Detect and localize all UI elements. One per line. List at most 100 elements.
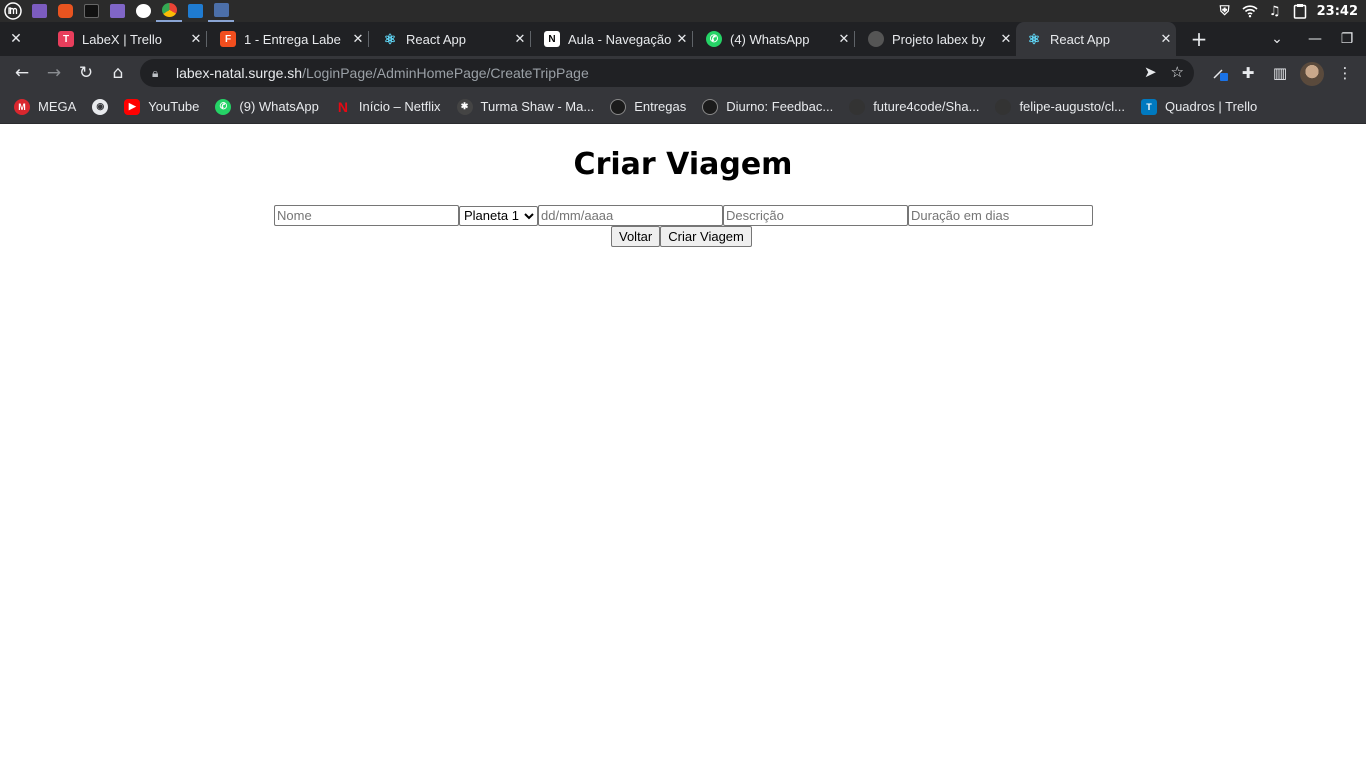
bookmark-mega[interactable]: M MEGA [14,98,77,115]
bookmark-felipe-augusto[interactable]: felipe-augusto/cl... [995,98,1125,115]
ubuntu-icon[interactable] [52,0,78,22]
bookmark-label: Início – Netflix [358,99,441,114]
bookmark-future4code[interactable]: future4code/Sha... [849,98,980,115]
notion-icon: N [544,31,560,47]
create-trip-form: Planeta 1 [274,205,1093,226]
clock[interactable]: 23:42 [1317,4,1358,19]
chrome-icon[interactable] [156,0,182,22]
vscode-icon[interactable] [182,0,208,22]
whatsapp-icon: ✆ [215,98,232,115]
new-tab-button[interactable]: + [1188,27,1210,51]
bookmark-label: future4code/Sha... [873,99,980,114]
music-icon[interactable]: ♫ [1267,3,1283,19]
close-icon[interactable]: ✕ [6,30,26,48]
bookmark-whatsapp[interactable]: ✆ (9) WhatsApp [215,98,319,115]
bookmark-label: Entregas [634,99,687,114]
bookmark-label: felipe-augusto/cl... [1019,99,1125,114]
home-icon[interactable]: ⌂ [106,61,130,85]
lock-icon[interactable]: 🔒︎ [152,66,166,81]
tab-title: Aula - Navegação [568,31,672,47]
react-icon: ⚛ [383,30,397,47]
planet-select[interactable]: Planeta 1 [459,205,538,226]
menu-dots-icon[interactable]: ⋮ [1333,61,1357,85]
url-path: /LoginPage/AdminHomePage/CreateTripPage [302,65,589,81]
bookmark-label: (9) WhatsApp [239,99,319,114]
puzzle-icon[interactable]: ✚ [1236,61,1260,85]
terminal-icon[interactable] [78,0,104,22]
globe-icon: ◉ [92,98,109,115]
os-top-panel: ⛨ ♫ 23:42 [0,0,1366,22]
tab-separator [368,31,369,47]
tab-whatsapp[interactable]: ✆ (4) WhatsApp ✕ [700,22,855,56]
duration-input[interactable] [908,205,1093,226]
tab-react-app[interactable]: ⚛ React App ✕ [376,22,531,56]
page-content: Criar Viagem Planeta 1 Voltar Criar Viag… [0,125,1366,768]
side-panel-icon[interactable]: ▥ [1268,61,1292,85]
app-icon[interactable] [208,0,234,22]
restore-icon[interactable]: ❐ [1336,28,1358,50]
close-icon[interactable]: ✕ [672,31,692,47]
back-button[interactable]: Voltar [611,226,661,247]
back-arrow-icon[interactable]: ← [10,61,34,85]
reload-icon[interactable]: ↻ [74,61,98,85]
tab-title: (4) WhatsApp [730,31,810,47]
close-icon[interactable]: ✕ [1156,31,1176,47]
bookmark-label: MEGA [38,99,77,114]
shield-icon[interactable]: ⛨ [1217,3,1233,19]
minimize-icon[interactable]: — [1304,28,1326,50]
clipboard-icon[interactable] [1292,3,1308,19]
create-trip-button[interactable]: Criar Viagem [660,226,752,247]
name-input[interactable] [274,205,459,226]
bookmark-entregas[interactable]: Entregas [610,98,687,115]
close-icon[interactable]: ✕ [348,31,368,47]
wifi-icon[interactable] [1242,3,1258,19]
send-icon[interactable]: ➤ [1144,63,1157,81]
tab-separator [206,31,207,47]
bookmark-trello[interactable]: T Quadros | Trello [1140,98,1257,115]
bookmark-turma-shaw[interactable]: ✱ Turma Shaw - Ma... [456,98,595,115]
tab-github[interactable]: Projeto labex by ✕ [862,22,1016,56]
date-input[interactable] [538,205,723,226]
tab-separator [692,31,693,47]
forward-arrow-icon[interactable]: → [42,61,66,85]
whatsapp-icon: ✆ [706,31,722,47]
url-text[interactable]: labex-natal.surge.sh/LoginPage/AdminHome… [176,65,589,81]
profile-avatar[interactable] [1300,62,1324,86]
bookmark-label: Turma Shaw - Ma... [480,99,595,114]
tab-search-chevron-icon[interactable]: ⌄ [1266,28,1288,50]
bookmarks-bar: M MEGA ◉ ▶ YouTube ✆ (9) WhatsApp N Início –… [0,90,1366,124]
page-title: Criar Viagem [573,147,793,182]
url-host: labex-natal.surge.sh [176,65,303,81]
youtube-icon: ▶ [124,98,141,115]
browser-toolbar: ← → ↻ ⌂ 🔒︎ labex-natal.surge.sh/LoginPag… [0,56,1366,90]
tab-trello[interactable]: T LabeX | Trello ✕ [52,22,207,56]
trello-icon: T [58,31,74,47]
address-bar[interactable]: 🔒︎ labex-natal.surge.sh/LoginPage/AdminH… [140,59,1194,87]
files-icon[interactable] [26,0,52,22]
tab-title: React App [406,31,466,47]
folder-icon[interactable] [104,0,130,22]
close-icon[interactable]: ✕ [510,31,530,47]
slack-icon[interactable] [130,0,156,22]
close-icon[interactable]: ✕ [996,31,1016,47]
github-icon [849,98,866,115]
close-icon[interactable]: ✕ [186,31,206,47]
bookmark-diurno[interactable]: Diurno: Feedbac... [702,98,834,115]
tab-notion[interactable]: N Aula - Navegação ✕ [538,22,693,56]
bookmark-youtube[interactable]: ▶ YouTube [124,98,199,115]
bookmark-globe[interactable]: ◉ [92,98,109,115]
tab-separator [854,31,855,47]
mint-menu-icon[interactable] [0,0,26,22]
trello-icon: T [1140,98,1157,115]
circle-icon [702,98,719,115]
description-input[interactable] [723,205,908,226]
tab-strip: ✕ T LabeX | Trello ✕ F 1 - Entrega Labe … [0,22,1366,56]
bookmark-netflix[interactable]: N Início – Netflix [335,99,441,115]
tab-title: LabeX | Trello [82,31,162,47]
extension-icon[interactable] [1208,61,1232,85]
tab-react-app-active[interactable]: ⚛ React App ✕ [1016,22,1176,56]
tab-figma[interactable]: F 1 - Entrega Labe ✕ [214,22,369,56]
star-icon[interactable]: ☆ [1171,63,1184,81]
close-icon[interactable]: ✕ [834,31,854,47]
bookmark-label: Diurno: Feedbac... [726,99,834,114]
